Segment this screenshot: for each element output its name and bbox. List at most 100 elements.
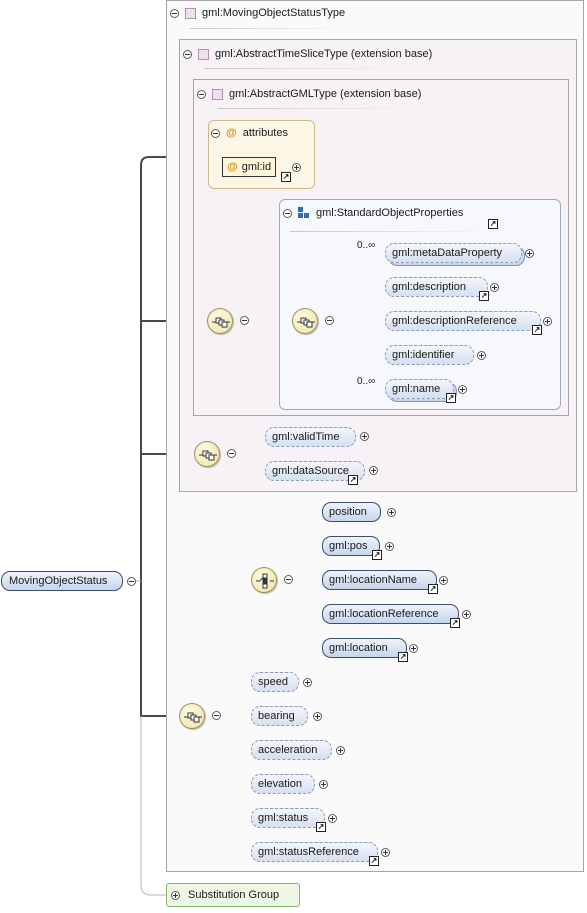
expand-toggle[interactable] <box>387 508 396 517</box>
element-status-reference[interactable]: gml:statusReference <box>251 842 378 862</box>
element-label: gml:validTime <box>272 431 340 443</box>
reference-arrow-icon: ↗ <box>479 291 489 301</box>
substitution-group-box[interactable]: Substitution Group <box>166 883 300 907</box>
attributes-header: @ attributes <box>211 127 288 139</box>
choice-compositor-icon[interactable] <box>251 567 277 593</box>
attribute-id-label: gml:id <box>241 161 272 173</box>
time-slice-base-label: gml:AbstractTimeSliceType (extension bas… <box>215 48 433 60</box>
gml-base-label: gml:AbstractGMLType (extension base) <box>229 88 422 100</box>
complex-type-icon <box>185 7 196 19</box>
sequence-compositor-icon[interactable] <box>194 441 220 467</box>
element-position[interactable]: position <box>322 502 381 522</box>
occurrence-label: 0..∞ <box>357 376 376 387</box>
element-speed[interactable]: speed <box>251 672 299 692</box>
reference-arrow-icon: ↗ <box>348 475 358 485</box>
element-label: gml:location <box>329 642 388 654</box>
element-label: gml:identifier <box>392 349 455 361</box>
reference-arrow-icon: ↗ <box>488 219 498 229</box>
expand-toggle[interactable] <box>525 249 534 258</box>
root-element-label: MovingObjectStatus <box>9 575 108 587</box>
expand-toggle[interactable] <box>490 283 499 292</box>
element-label: gml:metaDataProperty <box>392 247 503 259</box>
collapse-toggle[interactable] <box>240 316 249 325</box>
element-elevation[interactable]: elevation <box>251 774 315 794</box>
element-location-name[interactable]: gml:locationName <box>322 570 437 590</box>
element-gml-location[interactable]: gml:location <box>322 638 407 658</box>
expand-toggle[interactable] <box>171 890 180 900</box>
element-valid-time[interactable]: gml:validTime <box>265 427 356 447</box>
expand-toggle[interactable] <box>369 466 378 475</box>
occurrence-label: 0..∞ <box>357 240 376 251</box>
element-label: gml:pos <box>329 540 368 552</box>
group-icon <box>298 207 310 219</box>
reference-arrow-icon: ↗ <box>532 325 542 335</box>
reference-arrow-icon: ↗ <box>428 584 438 594</box>
collapse-toggle[interactable] <box>197 89 206 99</box>
reference-arrow-icon: ↗ <box>450 618 460 628</box>
element-label: speed <box>258 676 288 688</box>
element-name[interactable]: gml:name <box>385 379 454 399</box>
substitution-group-label: Substitution Group <box>188 889 280 901</box>
root-element[interactable]: MovingObjectStatus <box>1 571 123 591</box>
reference-arrow-icon: ↗ <box>372 550 382 560</box>
element-identifier[interactable]: gml:identifier <box>385 345 474 365</box>
expand-toggle[interactable] <box>360 432 369 441</box>
element-label: gml:locationReference <box>329 608 439 620</box>
expand-toggle[interactable] <box>477 351 486 360</box>
attribute-gml-id[interactable]: @ gml:id <box>222 157 277 177</box>
element-location-reference[interactable]: gml:locationReference <box>322 604 459 624</box>
collapse-toggle[interactable] <box>183 49 192 59</box>
element-label: gml:description <box>392 281 466 293</box>
element-label: gml:locationName <box>329 574 418 586</box>
expand-toggle[interactable] <box>381 848 390 857</box>
element-label: bearing <box>258 710 295 722</box>
element-label: gml:descriptionReference <box>392 315 517 327</box>
collapse-toggle[interactable] <box>170 8 179 18</box>
element-label: elevation <box>258 778 303 790</box>
collapse-toggle[interactable] <box>227 449 236 458</box>
collapse-toggle[interactable] <box>283 208 292 218</box>
collapse-toggle[interactable] <box>212 711 221 720</box>
type-header: gml:MovingObjectStatusType <box>170 7 345 19</box>
element-gml-status[interactable]: gml:status <box>251 808 325 828</box>
expand-toggle[interactable] <box>303 678 312 687</box>
collapse-toggle[interactable] <box>211 128 220 138</box>
expand-toggle[interactable] <box>313 712 322 721</box>
reference-arrow-icon: ↗ <box>316 822 326 832</box>
standard-props-header: gml:StandardObjectProperties <box>283 207 463 219</box>
expand-toggle[interactable] <box>319 780 328 789</box>
element-label: gml:dataSource <box>272 465 350 477</box>
element-acceleration[interactable]: acceleration <box>251 740 332 760</box>
sequence-compositor-icon[interactable] <box>207 308 233 334</box>
element-label: gml:status <box>258 812 309 824</box>
element-label: gml:statusReference <box>258 846 359 858</box>
reference-arrow-icon: ↗ <box>369 856 379 866</box>
expand-toggle[interactable] <box>543 317 552 326</box>
expand-toggle[interactable] <box>462 610 471 619</box>
expand-toggle[interactable] <box>292 163 301 172</box>
element-metadata-property[interactable]: gml:metaDataProperty <box>385 243 522 263</box>
expand-toggle[interactable] <box>385 542 394 551</box>
element-label: position <box>329 506 367 518</box>
collapse-toggle[interactable] <box>127 577 136 586</box>
sequence-compositor-icon[interactable] <box>292 308 318 334</box>
standard-props-label: gml:StandardObjectProperties <box>316 207 464 219</box>
type-name-label: gml:MovingObjectStatusType <box>202 7 346 19</box>
gml-base-header: gml:AbstractGMLType (extension base) <box>197 88 421 100</box>
expand-toggle[interactable] <box>439 576 448 585</box>
element-description[interactable]: gml:description <box>385 277 488 297</box>
expand-toggle[interactable] <box>458 385 467 394</box>
reference-arrow-icon: ↗ <box>281 172 291 182</box>
element-label: gml:name <box>392 383 441 395</box>
sequence-compositor-icon[interactable] <box>179 703 205 729</box>
attribute-icon: @ <box>226 127 237 139</box>
expand-toggle[interactable] <box>328 814 337 823</box>
expand-toggle[interactable] <box>409 644 418 653</box>
collapse-toggle[interactable] <box>325 316 334 325</box>
element-description-reference[interactable]: gml:descriptionReference <box>385 311 541 331</box>
schema-diagram: gml:MovingObjectStatusType gml:AbstractT… <box>0 0 587 913</box>
collapse-toggle[interactable] <box>284 575 293 584</box>
expand-toggle[interactable] <box>336 746 345 755</box>
element-label: acceleration <box>258 744 318 756</box>
element-bearing[interactable]: bearing <box>251 706 308 726</box>
